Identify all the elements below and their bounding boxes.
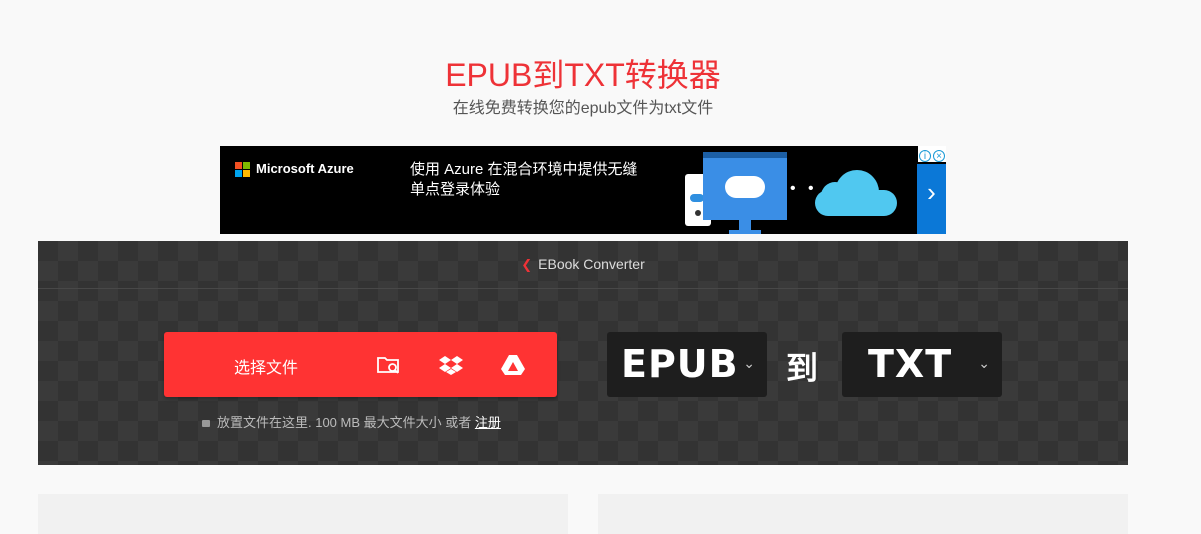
ad-brand: Microsoft Azure xyxy=(256,161,354,176)
chevron-left-icon: ❮ xyxy=(521,257,533,272)
chevron-down-icon: ⌄ xyxy=(978,355,990,371)
breadcrumb-link[interactable]: ❮ EBook Converter xyxy=(38,256,1128,273)
page-subtitle: 在线免费转换您的epub文件为txt文件 xyxy=(452,100,714,117)
chevron-down-icon: ⌄ xyxy=(743,355,755,371)
to-label: 到 xyxy=(786,350,819,386)
hint-text: 放置文件在这里. 100 MB 最大文件大小 或者 xyxy=(217,415,472,430)
page-title: EPUB到TXT转换器 xyxy=(445,57,721,93)
source-format-select[interactable]: EPUB ⌄ xyxy=(607,332,767,397)
lock-icon xyxy=(202,420,210,427)
content-card-right xyxy=(598,494,1128,534)
source-format-value: EPUB xyxy=(621,342,739,386)
upload-hint: 放置文件在这里. 100 MB 最大文件大小 或者 注册 xyxy=(202,412,501,431)
target-format-value: TXT xyxy=(868,342,953,386)
select-file-button[interactable]: 选择文件 xyxy=(164,332,557,397)
signup-link[interactable]: 注册 xyxy=(475,415,501,430)
ad-banner[interactable]: Microsoft Azure 使用 Azure 在混合环境中提供无缝单点登录体… xyxy=(220,146,946,234)
select-file-label: 选择文件 xyxy=(234,360,299,377)
google-drive-icon[interactable] xyxy=(499,351,527,379)
cloud-illustration-icon xyxy=(815,168,897,216)
breadcrumb: ❮ EBook Converter xyxy=(38,241,1128,289)
dropbox-icon[interactable] xyxy=(437,351,465,379)
ad-text: 使用 Azure 在混合环境中提供无缝单点登录体验 xyxy=(410,161,638,198)
content-card-left xyxy=(38,494,568,534)
breadcrumb-label: EBook Converter xyxy=(538,256,645,272)
folder-search-icon[interactable] xyxy=(375,351,403,379)
ad-next-arrow-icon[interactable]: › xyxy=(917,164,946,234)
converter-panel: ❮ EBook Converter 选择文件 放置文件在这里. 100 MB 最大… xyxy=(38,241,1128,465)
monitor-illustration-icon xyxy=(703,152,787,234)
ad-choices-icon[interactable]: i × xyxy=(918,146,946,162)
target-format-select[interactable]: TXT ⌄ xyxy=(842,332,1002,397)
microsoft-logo-icon xyxy=(235,162,250,177)
